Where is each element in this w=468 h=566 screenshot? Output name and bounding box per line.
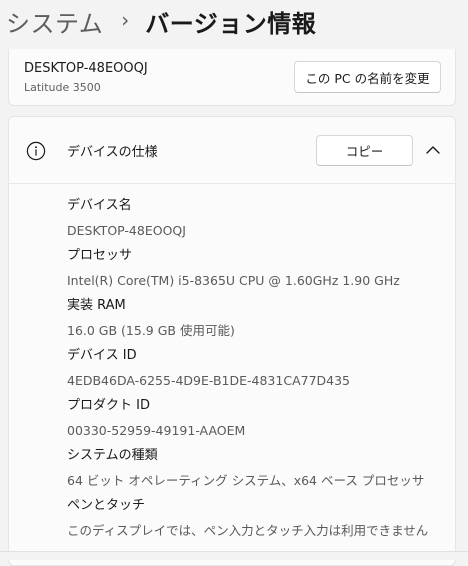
spec-value: DESKTOP-48EOOQJ bbox=[67, 223, 186, 238]
device-spec-header[interactable]: デバイスの仕様 コピー bbox=[9, 117, 455, 184]
spec-value: 16.0 GB (15.9 GB 使用可能) bbox=[67, 323, 235, 338]
spec-value: このディスプレイでは、ペン入力とタッチ入力は利用できません bbox=[67, 523, 429, 538]
pc-device-name: DESKTOP-48EOOQJ bbox=[24, 61, 148, 76]
pc-name-card: DESKTOP-48EOOQJ Latitude 3500 この PC の名前を… bbox=[8, 49, 456, 106]
spec-item-device-name: デバイス名 DESKTOP-48EOOQJ bbox=[67, 193, 428, 243]
breadcrumb: システム › バージョン情報 bbox=[6, 0, 316, 42]
chevron-up-icon[interactable] bbox=[425, 144, 441, 156]
copy-button[interactable]: コピー bbox=[316, 135, 413, 166]
spec-value: Intel(R) Core(TM) i5-8365U CPU @ 1.60GHz… bbox=[67, 273, 400, 288]
spec-value: 64 ビット オペレーティング システム、x64 ベース プロセッサ bbox=[67, 473, 425, 488]
spec-label: 実装 RAM bbox=[67, 298, 126, 313]
device-spec-card: デバイスの仕様 コピー デバイス名 DESKTOP-48EOOQJ プロセッサ … bbox=[8, 116, 456, 566]
spec-label: プロセッサ bbox=[67, 248, 133, 263]
spec-item-processor: プロセッサ Intel(R) Core(TM) i5-8365U CPU @ 1… bbox=[67, 243, 428, 293]
pc-model-name: Latitude 3500 bbox=[24, 81, 101, 94]
spec-label: プロダクト ID bbox=[67, 398, 150, 413]
rename-pc-button[interactable]: この PC の名前を変更 bbox=[294, 61, 441, 93]
spec-item-ram: 実装 RAM 16.0 GB (15.9 GB 使用可能) bbox=[67, 293, 428, 343]
spec-value: 4EDB46DA-6255-4D9E-B1DE-4831CA77D435 bbox=[67, 373, 351, 388]
breadcrumb-system-link[interactable]: システム bbox=[6, 4, 103, 39]
breadcrumb-separator: › bbox=[121, 8, 130, 32]
spec-label: デバイス ID bbox=[67, 348, 137, 363]
info-icon bbox=[26, 141, 46, 161]
device-spec-list: デバイス名 DESKTOP-48EOOQJ プロセッサ Intel(R) Cor… bbox=[67, 193, 428, 543]
spec-item-product-id: プロダクト ID 00330-52959-49191-AAOEM bbox=[67, 393, 428, 443]
spec-label: ペンとタッチ bbox=[67, 498, 146, 513]
spec-item-system-type: システムの種類 64 ビット オペレーティング システム、x64 ベース プロセ… bbox=[67, 443, 428, 493]
page-title: バージョン情報 bbox=[145, 9, 317, 38]
spec-value: 00330-52959-49191-AAOEM bbox=[67, 423, 246, 438]
spec-item-device-id: デバイス ID 4EDB46DA-6255-4D9E-B1DE-4831CA77… bbox=[67, 343, 428, 393]
spec-label: システムの種類 bbox=[67, 448, 158, 463]
device-spec-title: デバイスの仕様 bbox=[67, 145, 158, 160]
spec-item-pen-touch: ペンとタッチ このディスプレイでは、ペン入力とタッチ入力は利用できません bbox=[67, 493, 428, 543]
spec-label: デバイス名 bbox=[67, 198, 132, 213]
